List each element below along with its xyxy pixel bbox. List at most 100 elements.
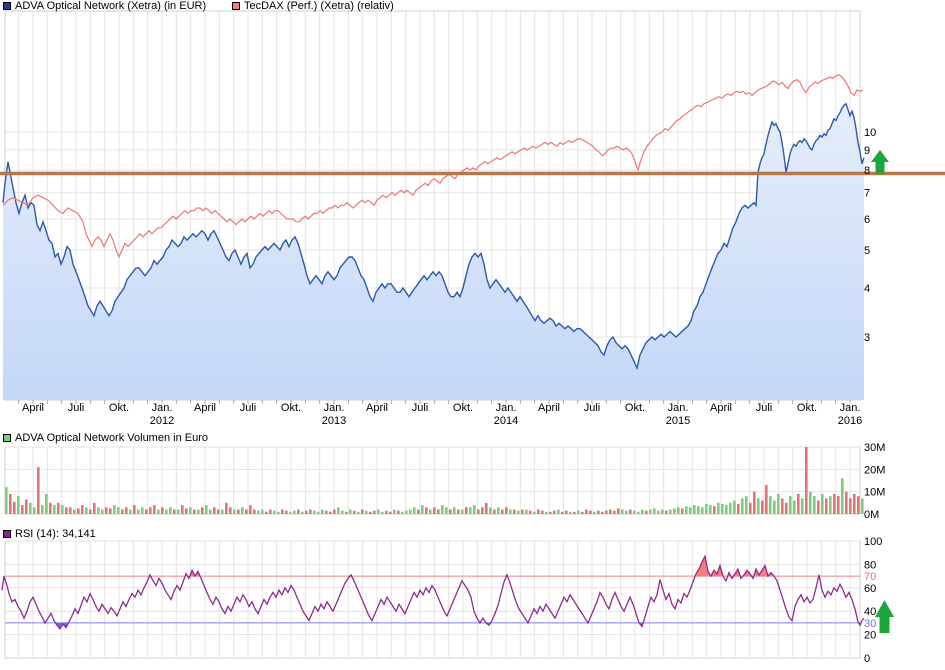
x-axis-month-label: Okt. bbox=[797, 402, 817, 414]
volume-bar bbox=[185, 508, 188, 514]
volume-bar bbox=[301, 512, 304, 514]
volume-bar bbox=[165, 510, 168, 514]
rsi-axis-label: 20 bbox=[864, 630, 876, 642]
volume-bar bbox=[769, 496, 772, 514]
x-axis-month-label: Okt. bbox=[625, 402, 645, 414]
volume-axis-label: 10M bbox=[864, 487, 885, 499]
volume-bar bbox=[197, 510, 200, 514]
volume-bar bbox=[377, 510, 380, 514]
volume-bar bbox=[837, 496, 840, 514]
volume-bar bbox=[345, 512, 348, 514]
x-axis-month-label: Jan. bbox=[668, 402, 689, 414]
volume-bar bbox=[97, 507, 100, 514]
volume-bar bbox=[597, 511, 600, 514]
x-axis-month-label: Jan. bbox=[324, 402, 345, 414]
volume-axis-label: 0M bbox=[864, 509, 879, 521]
volume-bar bbox=[5, 487, 8, 514]
price-axis-label: 5 bbox=[864, 245, 870, 257]
rsi-axis-label: 40 bbox=[864, 606, 876, 618]
stock-chart-page: 109876543AprilJuliOkt.Jan.AprilJuliOkt.J… bbox=[0, 0, 945, 670]
volume-bar bbox=[745, 496, 748, 514]
volume-bar bbox=[605, 511, 608, 514]
volume-bar bbox=[205, 505, 208, 514]
volume-bar bbox=[693, 505, 696, 514]
volume-bar bbox=[221, 510, 224, 514]
volume-bar bbox=[621, 510, 624, 514]
volume-bar bbox=[713, 506, 716, 514]
volume-bar bbox=[109, 508, 112, 514]
volume-bar bbox=[813, 496, 816, 514]
volume-bar bbox=[161, 507, 164, 514]
x-axis-month-label: Juli bbox=[412, 402, 429, 414]
volume-bar bbox=[553, 511, 556, 514]
volume-bar bbox=[789, 496, 792, 514]
volume-bar bbox=[797, 494, 800, 514]
volume-bar bbox=[565, 511, 568, 514]
volume-bar bbox=[457, 510, 460, 514]
x-axis-month-label: Juli bbox=[584, 402, 601, 414]
volume-bar bbox=[845, 492, 848, 514]
volume-bar bbox=[593, 512, 596, 514]
volume-bar bbox=[217, 510, 220, 514]
volume-axis-label: 20M bbox=[864, 464, 885, 476]
x-axis-month-label: April bbox=[22, 402, 44, 414]
volume-axis-label: 30M bbox=[864, 442, 885, 454]
volume-bar bbox=[617, 508, 620, 514]
volume-bar bbox=[77, 508, 80, 514]
volume-bar bbox=[477, 510, 480, 514]
volume-bar bbox=[213, 507, 216, 514]
volume-bar bbox=[473, 505, 476, 514]
volume-bar bbox=[581, 512, 584, 514]
volume-bar bbox=[149, 507, 152, 514]
x-axis-month-label: Okt. bbox=[281, 402, 301, 414]
volume-bar bbox=[121, 510, 124, 514]
price-axis-label: 7 bbox=[864, 188, 870, 200]
volume-bar bbox=[321, 510, 324, 514]
volume-bar bbox=[717, 503, 720, 514]
volume-bar bbox=[657, 511, 660, 514]
volume-bar bbox=[397, 511, 400, 514]
volume-bar bbox=[17, 496, 20, 514]
volume-bar bbox=[305, 511, 308, 514]
volume-bar bbox=[29, 503, 32, 514]
volume-bar bbox=[685, 506, 688, 514]
rsi-axis-label: 80 bbox=[864, 559, 876, 571]
rsi-axis-label: 70 bbox=[864, 571, 876, 583]
volume-bar bbox=[153, 505, 156, 514]
volume-bar bbox=[853, 494, 856, 514]
x-axis-year-label: 2012 bbox=[150, 415, 174, 427]
volume-bar bbox=[773, 501, 776, 514]
volume-bar bbox=[825, 498, 828, 514]
volume-bar bbox=[841, 478, 844, 514]
volume-bar bbox=[549, 512, 552, 514]
volume-bar bbox=[361, 510, 364, 514]
volume-bar bbox=[381, 512, 384, 514]
volume-bar bbox=[265, 512, 268, 514]
volume-bar bbox=[817, 501, 820, 514]
x-axis-month-label: Juli bbox=[240, 402, 257, 414]
volume-bar bbox=[421, 505, 424, 514]
volume-bar bbox=[129, 510, 132, 514]
volume-bar bbox=[649, 510, 652, 514]
volume-bar bbox=[137, 510, 140, 514]
volume-bar bbox=[861, 498, 864, 514]
volume-series-label: ADVA Optical Network Volumen in Euro bbox=[15, 432, 208, 444]
reference-price-line bbox=[0, 172, 945, 176]
volume-bar bbox=[349, 510, 352, 514]
volume-bar bbox=[309, 510, 312, 514]
volume-bar bbox=[389, 512, 392, 514]
volume-bar bbox=[113, 505, 116, 514]
charts-canvas: 109876543AprilJuliOkt.Jan.AprilJuliOkt.J… bbox=[0, 0, 945, 670]
volume-bar bbox=[465, 507, 468, 514]
volume-bar bbox=[105, 507, 108, 514]
volume-bar bbox=[525, 510, 528, 514]
x-axis-month-label: Jan. bbox=[496, 402, 517, 414]
volume-bar bbox=[705, 504, 708, 514]
volume-bar bbox=[809, 492, 812, 514]
volume-bar bbox=[93, 503, 96, 514]
volume-bar bbox=[141, 507, 144, 514]
rsi-series-swatch-icon bbox=[3, 530, 11, 538]
volume-bar bbox=[293, 511, 296, 514]
legend-volume: ADVA Optical Network Volumen in Euro bbox=[3, 432, 208, 444]
volume-bar bbox=[829, 496, 832, 514]
